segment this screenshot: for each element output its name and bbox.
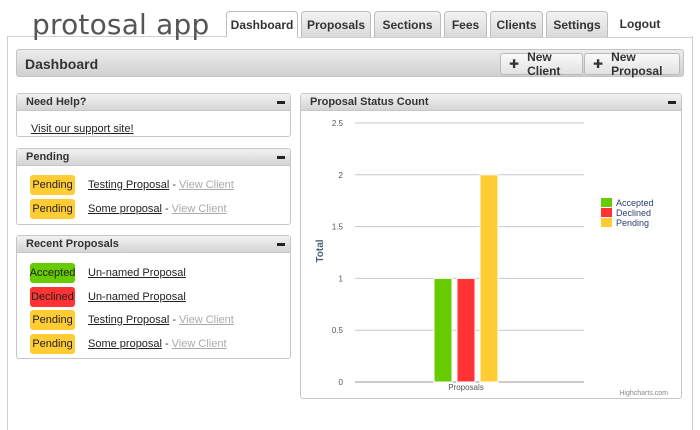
x-tick-label: Proposals xyxy=(448,383,484,392)
y-axis-label: Total xyxy=(315,239,326,262)
list-item: Pending Testing Proposal - View Client xyxy=(30,310,234,330)
new-client-button[interactable]: ✚ New Client xyxy=(500,50,583,78)
view-client-link[interactable]: View Client xyxy=(172,203,227,215)
chart-legend[interactable]: AcceptedDeclinedPending xyxy=(601,198,654,228)
y-tick-label: 1.5 xyxy=(332,223,344,232)
bar-declined[interactable] xyxy=(456,277,476,383)
status-badge: Pending xyxy=(30,175,75,195)
plus-icon: ✚ xyxy=(509,57,520,71)
chart-bars xyxy=(433,174,499,383)
legend-item-label[interactable]: Accepted xyxy=(616,198,654,208)
pending-panel-title: Pending xyxy=(26,151,70,163)
new-client-label: New Client xyxy=(527,50,561,78)
status-badge: Pending xyxy=(30,334,75,354)
status-badge: Accepted xyxy=(30,263,75,283)
support-link[interactable]: Visit our support site! xyxy=(31,123,134,135)
help-panel-header: Need Help? xyxy=(17,94,290,111)
tab-fees[interactable]: Fees xyxy=(444,11,487,37)
y-tick-label: 1 xyxy=(339,274,344,283)
page-frame-right xyxy=(692,36,693,430)
legend-swatch xyxy=(601,198,612,207)
chart-panel: Proposal Status Count Total 0 0.5 1 1.5 2 2.5… xyxy=(300,93,682,399)
page-header: Dashboard ✚ New Client ✚ New Proposal xyxy=(16,49,684,78)
minimize-icon[interactable] xyxy=(277,156,285,159)
tab-dashboard[interactable]: Dashboard xyxy=(226,11,298,38)
help-panel: Need Help? Visit our support site! xyxy=(16,93,291,137)
proposal-link[interactable]: Testing Proposal xyxy=(88,314,169,326)
view-client-link[interactable]: View Client xyxy=(172,338,227,350)
minimize-icon[interactable] xyxy=(277,101,285,104)
y-tick-label: 2.5 xyxy=(332,119,344,128)
pending-panel-header: Pending xyxy=(17,149,290,166)
status-badge: Pending xyxy=(30,310,75,330)
tab-proposals[interactable]: Proposals xyxy=(301,11,371,37)
tab-settings[interactable]: Settings xyxy=(546,11,608,37)
legend-item-label[interactable]: Pending xyxy=(616,218,649,228)
proposal-status-chart: Total 0 0.5 1 1.5 2 2.5 Proposals AcceptedDec… xyxy=(315,119,668,397)
minimize-icon[interactable] xyxy=(277,243,285,246)
y-tick-label: 2 xyxy=(339,171,344,180)
proposal-link[interactable]: Un-named Proposal xyxy=(88,267,186,279)
y-tick-label: 0 xyxy=(339,378,344,387)
recent-panel-title: Recent Proposals xyxy=(26,238,119,250)
main-nav: Dashboard Proposals Sections Fees Client… xyxy=(226,11,672,38)
pending-panel: Pending Pending Testing Proposal - View … xyxy=(16,148,291,225)
status-badge: Declined xyxy=(30,287,75,307)
list-item: Declined Un-named Proposal xyxy=(30,287,186,307)
page-title: Dashboard xyxy=(25,56,99,72)
list-item: Pending Testing Proposal - View Client xyxy=(30,175,234,195)
legend-item-label[interactable]: Declined xyxy=(616,208,651,218)
view-client-link[interactable]: View Client xyxy=(179,179,234,191)
legend-swatch xyxy=(601,218,612,227)
status-badge: Pending xyxy=(30,199,75,219)
new-proposal-button[interactable]: ✚ New Proposal xyxy=(584,50,680,78)
page-frame-left xyxy=(7,36,8,430)
bar-pending[interactable] xyxy=(479,174,499,383)
proposal-link[interactable]: Un-named Proposal xyxy=(88,291,186,303)
new-proposal-label: New Proposal xyxy=(611,50,663,78)
plus-icon: ✚ xyxy=(593,57,604,71)
tab-sections[interactable]: Sections xyxy=(374,11,441,37)
view-client-link[interactable]: View Client xyxy=(179,314,234,326)
list-item: Pending Some proposal - View Client xyxy=(30,334,227,354)
proposal-link[interactable]: Testing Proposal xyxy=(88,179,169,191)
legend-swatch xyxy=(601,208,612,217)
app-logo[interactable]: protosal app xyxy=(32,8,209,41)
recent-panel-header: Recent Proposals xyxy=(17,236,290,253)
separator: - xyxy=(172,314,176,326)
proposal-link[interactable]: Some proposal xyxy=(88,203,162,215)
proposal-link[interactable]: Some proposal xyxy=(88,338,162,350)
tab-clients[interactable]: Clients xyxy=(490,11,543,37)
help-panel-title: Need Help? xyxy=(26,96,87,108)
separator: - xyxy=(172,179,176,191)
separator: - xyxy=(165,338,169,350)
separator: - xyxy=(165,203,169,215)
logout-link[interactable]: Logout xyxy=(611,11,669,37)
list-item: Pending Some proposal - View Client xyxy=(30,199,227,219)
bar-accepted[interactable] xyxy=(433,277,453,383)
tabs-baseline xyxy=(226,37,692,38)
recent-proposals-panel: Recent Proposals Accepted Un-named Propo… xyxy=(16,235,291,359)
chart-credit[interactable]: Highcharts.com xyxy=(619,390,668,397)
list-item: Accepted Un-named Proposal xyxy=(30,263,186,283)
y-tick-label: 0.5 xyxy=(332,326,344,335)
